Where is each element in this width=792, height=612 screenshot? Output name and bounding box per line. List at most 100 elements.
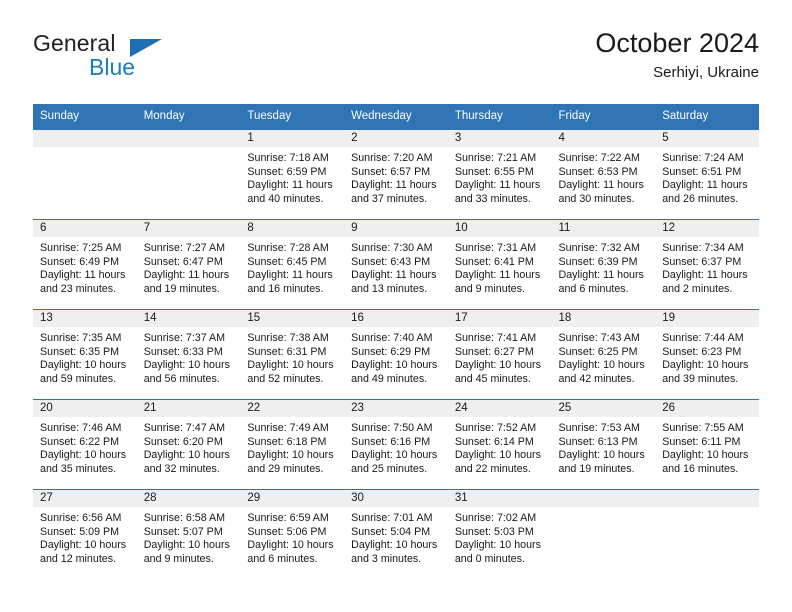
day-details: Sunrise: 7:02 AM Sunset: 5:03 PM Daylight:… <box>448 507 552 566</box>
calendar-day-cell[interactable]: 29 Sunrise: 6:59 AM Sunset: 5:06 PM Dayligh… <box>240 489 345 579</box>
calendar-day-cell[interactable]: 21 Sunrise: 7:47 AM Sunset: 6:20 PM Dayligh… <box>136 399 241 490</box>
calendar-day-cell[interactable]: 4 Sunrise: 7:22 AM Sunset: 6:53 PM Daylight… <box>551 129 656 220</box>
day-cell-inner: 24 Sunrise: 7:52 AM Sunset: 6:14 PM Dayligh… <box>447 400 552 489</box>
day-cell-inner: 27 Sunrise: 6:56 AM Sunset: 5:09 PM Dayligh… <box>33 490 137 579</box>
weekday-header-saturday: Saturday <box>655 104 759 130</box>
sunset-text: Sunset: 6:11 PM <box>662 435 741 448</box>
calendar-day-cell[interactable]: 1 Sunrise: 7:18 AM Sunset: 6:59 PM Daylight… <box>240 129 345 220</box>
day-cell-inner: 5 Sunrise: 7:24 AM Sunset: 6:51 PM Daylight… <box>655 130 759 219</box>
calendar-header-row: Sunday Monday Tuesday Wednesday Thursday… <box>33 104 759 130</box>
calendar-day-cell[interactable]: 15 Sunrise: 7:38 AM Sunset: 6:31 PM Dayligh… <box>240 309 345 400</box>
sunrise-text: Sunrise: 7:34 AM <box>662 242 744 254</box>
calendar-day-cell[interactable]: 8 Sunrise: 7:28 AM Sunset: 6:45 PM Daylight… <box>240 219 345 310</box>
sunrise-text: Sunrise: 7:25 AM <box>40 242 122 254</box>
sunset-text: Sunset: 6:27 PM <box>454 345 534 358</box>
calendar-day-cell[interactable]: 28 Sunrise: 6:58 AM Sunset: 5:07 PM Dayligh… <box>136 489 241 579</box>
weekday-header-wednesday: Wednesday <box>344 104 448 130</box>
day-cell-inner <box>33 130 137 219</box>
page-title: October 2024 <box>595 28 759 58</box>
sunrise-text: Sunrise: 7:41 AM <box>454 332 537 344</box>
daylight-text: Daylight: 11 hours and 30 minutes. <box>558 179 644 205</box>
day-cell-inner: 30 Sunrise: 7:01 AM Sunset: 5:04 PM Dayligh… <box>344 490 448 579</box>
day-details: Sunrise: 7:20 AM Sunset: 6:57 PM Daylight:… <box>344 147 448 206</box>
calendar-day-cell[interactable]: 24 Sunrise: 7:52 AM Sunset: 6:14 PM Dayligh… <box>447 399 552 490</box>
general-blue-logo: General Blue <box>33 30 263 92</box>
calendar-day-cell[interactable]: 20 Sunrise: 7:46 AM Sunset: 6:22 PM Dayligh… <box>33 399 137 490</box>
calendar-day-cell[interactable]: 14 Sunrise: 7:37 AM Sunset: 6:33 PM Dayligh… <box>136 309 241 400</box>
sunrise-text: Sunrise: 7:30 AM <box>351 242 433 254</box>
day-cell-inner: 4 Sunrise: 7:22 AM Sunset: 6:53 PM Daylight… <box>551 130 656 219</box>
day-details: Sunrise: 7:28 AM Sunset: 6:45 PM Daylight:… <box>240 237 344 296</box>
sunrise-text: Sunrise: 6:56 AM <box>40 512 122 524</box>
day-details: Sunrise: 7:43 AM Sunset: 6:25 PM Daylight:… <box>552 327 656 386</box>
day-details: Sunrise: 7:52 AM Sunset: 6:14 PM Daylight:… <box>448 417 552 476</box>
calendar-day-cell[interactable]: 22 Sunrise: 7:49 AM Sunset: 6:18 PM Dayligh… <box>240 399 345 490</box>
day-number: 3 <box>447 130 552 147</box>
day-details: Sunrise: 7:30 AM Sunset: 6:43 PM Daylight:… <box>344 237 448 296</box>
sunrise-text: Sunrise: 7:35 AM <box>40 332 122 344</box>
day-number: 15 <box>240 310 345 327</box>
calendar-day-cell[interactable]: 16 Sunrise: 7:40 AM Sunset: 6:29 PM Dayligh… <box>344 309 448 400</box>
calendar-day-cell[interactable]: 2 Sunrise: 7:20 AM Sunset: 6:57 PM Daylight… <box>344 129 448 220</box>
calendar-day-cell[interactable]: 25 Sunrise: 7:53 AM Sunset: 6:13 PM Dayligh… <box>551 399 656 490</box>
calendar-day-cell[interactable]: 26 Sunrise: 7:55 AM Sunset: 6:11 PM Dayligh… <box>655 399 759 490</box>
sunrise-text: Sunrise: 7:24 AM <box>662 152 744 164</box>
daylight-text: Daylight: 10 hours and 29 minutes. <box>247 449 334 475</box>
calendar-day-cell[interactable]: 3 Sunrise: 7:21 AM Sunset: 6:55 PM Daylight… <box>447 129 552 220</box>
day-number <box>33 130 137 147</box>
day-number <box>551 490 656 507</box>
calendar-day-cell[interactable]: 19 Sunrise: 7:44 AM Sunset: 6:23 PM Dayligh… <box>655 309 759 400</box>
calendar-day-cell[interactable]: 31 Sunrise: 7:02 AM Sunset: 5:03 PM Dayligh… <box>447 489 552 579</box>
daylight-text: Daylight: 10 hours and 9 minutes. <box>143 539 230 565</box>
day-cell-inner: 21 Sunrise: 7:47 AM Sunset: 6:20 PM Dayligh… <box>136 400 241 489</box>
calendar-day-cell[interactable]: 11 Sunrise: 7:32 AM Sunset: 6:39 PM Dayligh… <box>551 219 656 310</box>
day-number: 24 <box>447 400 552 417</box>
daylight-text: Daylight: 10 hours and 35 minutes. <box>40 449 127 475</box>
calendar-day-cell[interactable]: 23 Sunrise: 7:50 AM Sunset: 6:16 PM Dayligh… <box>344 399 448 490</box>
logo-text-general: General <box>33 30 116 56</box>
sunset-text: Sunset: 6:39 PM <box>558 255 638 268</box>
sunrise-text: Sunrise: 7:02 AM <box>454 512 537 524</box>
calendar-body: 1 Sunrise: 7:18 AM Sunset: 6:59 PM Daylight… <box>33 129 759 579</box>
calendar-day-cell[interactable]: 7 Sunrise: 7:27 AM Sunset: 6:47 PM Daylight… <box>136 219 241 310</box>
sunset-text: Sunset: 6:25 PM <box>558 345 638 358</box>
sunrise-text: Sunrise: 7:47 AM <box>143 422 226 434</box>
day-number: 22 <box>240 400 345 417</box>
day-details: Sunrise: 7:22 AM Sunset: 6:53 PM Daylight:… <box>552 147 656 206</box>
calendar-day-cell[interactable]: 27 Sunrise: 6:56 AM Sunset: 5:09 PM Dayligh… <box>33 489 137 579</box>
calendar-day-cell[interactable]: 6 Sunrise: 7:25 AM Sunset: 6:49 PM Daylight… <box>33 219 137 310</box>
calendar-day-cell[interactable]: 13 Sunrise: 7:35 AM Sunset: 6:35 PM Dayligh… <box>33 309 137 400</box>
day-details: Sunrise: 7:24 AM Sunset: 6:51 PM Daylight:… <box>655 147 759 206</box>
daylight-text: Daylight: 10 hours and 56 minutes. <box>143 359 230 385</box>
sunset-text: Sunset: 6:47 PM <box>143 255 223 268</box>
day-cell-inner: 28 Sunrise: 6:58 AM Sunset: 5:07 PM Dayligh… <box>136 490 241 579</box>
day-cell-inner: 25 Sunrise: 7:53 AM Sunset: 6:13 PM Dayligh… <box>551 400 656 489</box>
calendar-week-row: 27 Sunrise: 6:56 AM Sunset: 5:09 PM Dayligh… <box>33 489 759 579</box>
sunset-text: Sunset: 6:13 PM <box>558 435 638 448</box>
day-number: 25 <box>551 400 656 417</box>
daylight-text: Daylight: 10 hours and 6 minutes. <box>247 539 334 565</box>
daylight-text: Daylight: 11 hours and 9 minutes. <box>454 269 541 295</box>
sunset-text: Sunset: 6:33 PM <box>143 345 223 358</box>
calendar-day-cell[interactable]: 10 Sunrise: 7:31 AM Sunset: 6:41 PM Dayligh… <box>447 219 552 310</box>
sunset-text: Sunset: 6:49 PM <box>40 255 120 268</box>
daylight-text: Daylight: 11 hours and 33 minutes. <box>454 179 541 205</box>
calendar-day-cell[interactable]: 9 Sunrise: 7:30 AM Sunset: 6:43 PM Daylight… <box>344 219 448 310</box>
day-details: Sunrise: 7:27 AM Sunset: 6:47 PM Daylight:… <box>137 237 241 296</box>
calendar-day-cell[interactable]: 30 Sunrise: 7:01 AM Sunset: 5:04 PM Dayligh… <box>344 489 448 579</box>
sunset-text: Sunset: 6:57 PM <box>351 165 431 178</box>
day-number: 4 <box>551 130 656 147</box>
day-number: 31 <box>447 490 552 507</box>
day-number: 23 <box>344 400 448 417</box>
page-subtitle: Serhiyi, Ukraine <box>653 64 759 81</box>
calendar-day-cell[interactable]: 17 Sunrise: 7:41 AM Sunset: 6:27 PM Dayligh… <box>447 309 552 400</box>
day-details: Sunrise: 7:21 AM Sunset: 6:55 PM Daylight:… <box>448 147 552 206</box>
page-header: General Blue October 2024 Serhiyi, Ukrai… <box>33 28 759 92</box>
calendar-day-cell[interactable]: 5 Sunrise: 7:24 AM Sunset: 6:51 PM Daylight… <box>655 129 759 220</box>
calendar-day-cell[interactable]: 12 Sunrise: 7:34 AM Sunset: 6:37 PM Dayligh… <box>655 219 759 310</box>
calendar-day-cell[interactable]: 18 Sunrise: 7:43 AM Sunset: 6:25 PM Dayligh… <box>551 309 656 400</box>
daylight-text: Daylight: 11 hours and 37 minutes. <box>351 179 437 205</box>
daylight-text: Daylight: 10 hours and 25 minutes. <box>351 449 438 475</box>
day-number: 10 <box>447 220 552 237</box>
day-cell-inner: 16 Sunrise: 7:40 AM Sunset: 6:29 PM Dayligh… <box>344 310 448 399</box>
